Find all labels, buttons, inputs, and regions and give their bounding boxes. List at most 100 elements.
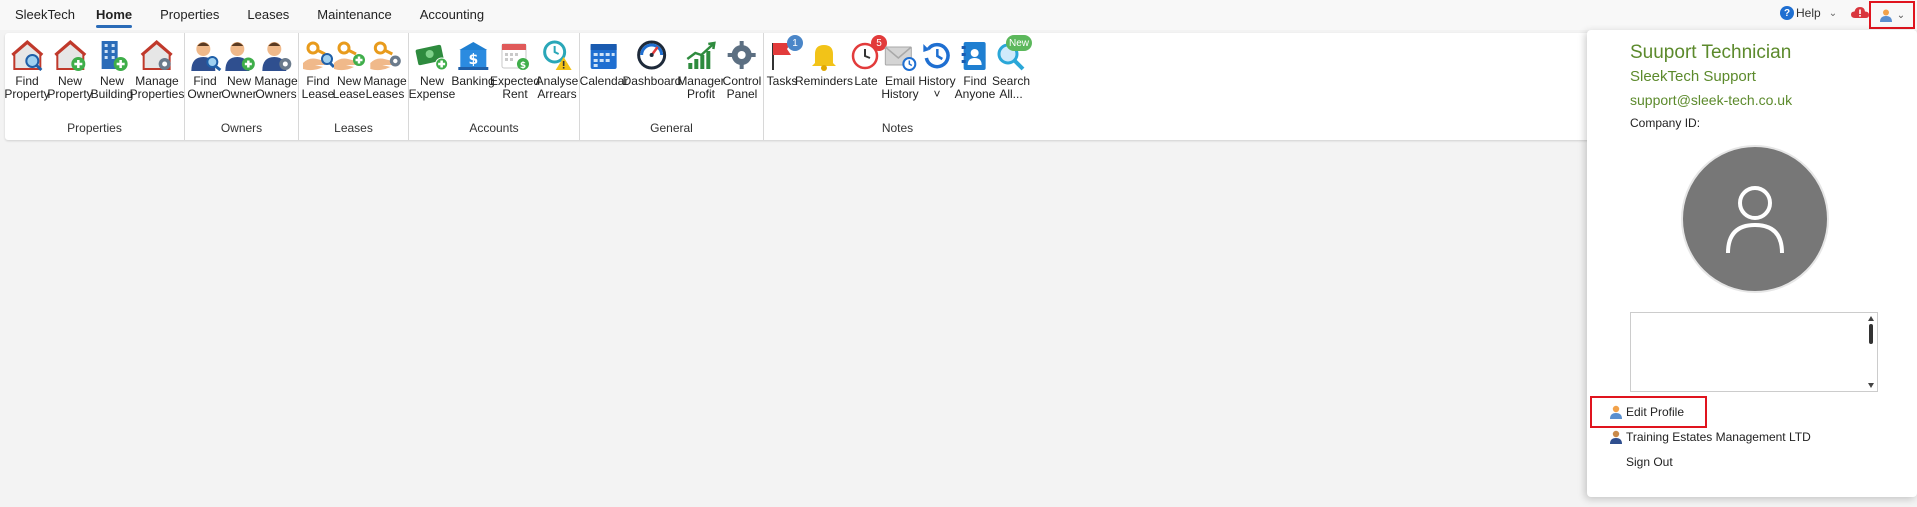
control-panel-button[interactable]: Control Panel [723,39,761,101]
alarm-clock-icon: 5 [849,35,887,71]
company-item[interactable]: Training Estates Management LTD [1587,423,1917,451]
chevron-down-icon: ⌄ [1828,7,1838,19]
ribbon-button-label: Analyse Arrears [535,74,579,101]
profile-email[interactable]: support@sleek-tech.co.uk [1630,92,1792,108]
ribbon: Find Property New Property New Building Man… [4,33,1595,140]
ribbon-group-accounts: New Expense $ Banking $ Expected Rent Analyse… [409,33,580,140]
scrollbar[interactable] [1867,315,1875,389]
manager-profit-button[interactable]: Manager Profit [677,39,725,101]
envelope-clock-icon [883,39,917,71]
history-icon [920,39,954,71]
tab-maintenance[interactable]: Maintenance [317,0,391,30]
user-icon [1879,9,1892,22]
sign-out-label: Sign Out [1626,455,1673,469]
history-button[interactable]: History ˅ [918,39,956,101]
manage-leases-button[interactable]: Manage Leases [363,39,407,101]
ribbon-button-label: Tasks [766,74,798,88]
tab-leases[interactable]: Leases [247,0,289,30]
find-anyone-button[interactable]: Find Anyone [955,39,995,101]
tab-home[interactable]: Home [96,0,133,30]
ribbon-group-label: Owners [220,121,263,135]
house-plus-icon [53,39,87,71]
cloud-alert-icon[interactable] [1851,6,1869,20]
late-button[interactable]: 5 Late [849,35,887,88]
new-owner-button[interactable]: New Owner [221,39,257,101]
ribbon-group-general: Calendar Dashboard Manager Profit Control P… [580,33,764,140]
ribbon-button-label: Find Lease [301,74,335,101]
ribbon-button-label: Email History [881,74,919,101]
manage-properties-button[interactable]: Manage Properties [130,39,184,101]
ribbon-group-leases: Find Lease New Lease Manage Leases Leases [299,33,409,140]
dashboard-button[interactable]: Dashboard [622,39,682,88]
gear-icon [725,39,759,71]
ribbon-button-label: Find Owner [187,74,223,101]
expected-rent-button[interactable]: $ Expected Rent [490,39,540,101]
ribbon-button-label: Expected Rent [489,74,541,101]
new-building-button[interactable]: New Building [90,39,134,101]
company-id-label: Company ID: [1630,116,1701,130]
svg-text:$: $ [520,61,526,71]
ribbon-button-label: Manage Leases [363,74,407,101]
app-title[interactable]: SleekTech [15,7,75,22]
ribbon-group-notes: 1 Tasks Reminders 5 Late Email History History… [764,33,1032,140]
analyse-arrears-button[interactable]: Analyse Arrears [535,39,579,101]
user-icon [1610,405,1622,419]
calendar-money-icon: $ [498,39,532,71]
svg-text:$: $ [468,52,478,68]
ribbon-button-label: Banking [451,74,495,88]
ribbon-button-label: New Lease [332,74,366,101]
ribbon-button-label: Reminders [794,74,854,88]
bell-icon [807,39,841,71]
gauge-icon [635,39,669,71]
new-property-button[interactable]: New Property [47,39,93,101]
banking-button[interactable]: $ Banking [451,39,495,88]
top-bar: SleekTech Home Properties Leases Mainten… [0,0,1917,30]
company-label: Training Estates Management LTD [1626,430,1811,444]
ribbon-group-properties: Find Property New Property New Building Man… [4,33,185,140]
find-property-button[interactable]: Find Property [4,39,50,101]
find-lease-button[interactable]: Find Lease [301,39,336,101]
question-circle-icon: ? [1780,6,1794,20]
bank-icon: $ [456,39,490,71]
company-user-icon [1610,430,1622,444]
help-label: Help [1796,6,1821,20]
sign-out-item[interactable]: Sign Out [1587,448,1917,476]
ribbon-button-label: Calendar [579,74,629,88]
ribbon-button-label: New Building [90,74,134,101]
help-menu[interactable]: ? Help ⌄ [1780,6,1837,20]
calendar-button[interactable]: Calendar [579,39,629,88]
search-all--button[interactable]: New Search All... [991,35,1032,101]
tab-accounting[interactable]: Accounting [420,0,484,30]
manage-owners-button[interactable]: Manage Owners [254,39,298,101]
profile-notes-box[interactable] [1630,312,1878,392]
ribbon-button-label: New Owner [221,74,257,101]
reminders-button[interactable]: Reminders [795,39,853,88]
ribbon-button-label: New Property [47,74,93,101]
clock-warning-icon [540,39,574,71]
edit-profile-label: Edit Profile [1626,405,1685,419]
ribbon-group-label: General [650,121,693,135]
user-menu-button[interactable]: ⌄ [1869,1,1915,29]
ribbon-button-label: Find Property [4,74,50,101]
new-lease-button[interactable]: New Lease [332,39,366,101]
user-silhouette-icon [1726,186,1784,254]
ribbon-group-label: Notes [881,121,914,135]
ribbon-button-label: Manager Profit [677,74,725,101]
tab-properties[interactable]: Properties [160,0,219,30]
ribbon-button-label: History ˅ [918,74,956,101]
person-gear-icon [259,39,293,71]
ribbon-button-label: Dashboard [622,74,682,88]
flag-icon: 1 [765,35,803,71]
profile-name: Suuport Technician [1630,42,1792,63]
new-expense-button[interactable]: New Expense [409,39,455,101]
profile-panel: Suuport Technician SleekTech Support sup… [1587,30,1917,497]
ribbon-group-label: Accounts [469,121,519,135]
building-plus-icon [95,39,129,71]
ribbon-button-label: Search All... [991,74,1031,101]
tasks-button[interactable]: 1 Tasks [765,35,803,88]
house-gear-icon [140,39,174,71]
ribbon-group-label: Properties [67,121,122,135]
email-history-button[interactable]: Email History [881,39,919,101]
find-owner-button[interactable]: Find Owner [187,39,223,101]
edit-profile-item[interactable]: Edit Profile [1587,398,1917,426]
